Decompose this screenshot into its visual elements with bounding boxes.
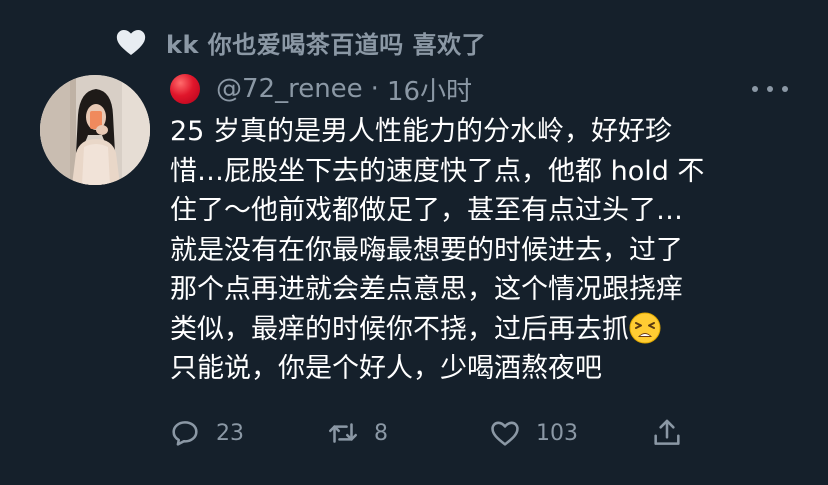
reply-count: 23 <box>216 420 244 446</box>
separator: · <box>370 74 379 104</box>
tweet-line: 惜…屁股坐下去的速度快了点，他都 hold 不 <box>170 155 705 187</box>
more-dot <box>767 86 773 92</box>
reply-icon <box>172 421 198 446</box>
heart-icon <box>116 29 146 56</box>
share-icon <box>654 419 680 445</box>
tweet-line: 类似，最痒的时候你不挠，过后再去抓 <box>170 313 629 345</box>
social-context-text: kk 你也爱喝茶百道吗 喜欢了 <box>166 30 487 59</box>
reply-button[interactable]: 23 <box>168 413 244 453</box>
like-icon <box>491 421 519 446</box>
retweet-count: 8 <box>374 420 388 446</box>
tweet-line: 只能说，你是个好人，少喝酒熬夜吧 <box>170 353 602 384</box>
more-dot <box>782 86 788 92</box>
tweet-line: 25 岁真的是男人性能力的分水岭，好好珍 <box>170 116 672 147</box>
more-options-button[interactable] <box>752 77 788 101</box>
tired-face-emoji <box>629 312 661 343</box>
retweet-icon <box>328 423 358 443</box>
share-button[interactable] <box>650 413 684 453</box>
like-button[interactable]: 103 <box>488 413 578 453</box>
tweet-line: 就是没有在你最嗨最想要的时候进去，过了 <box>170 234 683 266</box>
social-context[interactable]: kk 你也爱喝茶百道吗 喜欢了 <box>114 22 486 62</box>
timestamp[interactable]: 16小时 <box>387 71 472 108</box>
avatar-image <box>40 75 150 185</box>
avatar[interactable] <box>40 75 150 185</box>
red-circle-emoji <box>170 74 200 104</box>
tweet-text: 25 岁真的是男人性能力的分水岭，好好珍 惜…屁股坐下去的速度快了点，他都 ho… <box>170 112 790 389</box>
like-count: 103 <box>536 420 578 446</box>
tweet-header: @72_renee · 16小时 <box>170 68 472 110</box>
tweet-line: 那个点再进就会差点意思，这个情况跟挠痒 <box>170 274 683 305</box>
tweet-line-with-emoji: 类似，最痒的时候你不挠，过后再去抓 <box>170 310 790 350</box>
action-bar: 23 8 103 <box>0 413 828 453</box>
retweet-button[interactable]: 8 <box>326 413 388 453</box>
more-dot <box>752 86 758 92</box>
tweet-line: 住了～他前戏都做足了，甚至有点过头了… <box>170 195 683 226</box>
user-handle[interactable]: @72_renee <box>216 74 363 104</box>
